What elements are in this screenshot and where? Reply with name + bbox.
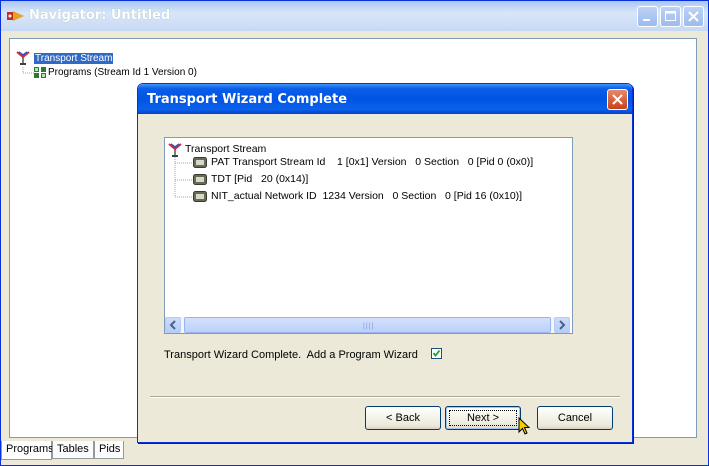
tree-item-transport-stream[interactable]: Transport Stream bbox=[34, 53, 114, 64]
scroll-right-button[interactable] bbox=[554, 317, 570, 333]
dialog-title-bar[interactable]: Transport Wizard Complete bbox=[138, 84, 632, 114]
focus-rect bbox=[449, 410, 517, 426]
tree-item-programs[interactable]: Programs (Stream Id 1 Version 0) bbox=[48, 67, 197, 78]
tree-connector bbox=[174, 157, 192, 198]
dialog-title: Transport Wizard Complete bbox=[147, 92, 348, 107]
grip-icon: |||| bbox=[363, 323, 375, 330]
transport-stream-icon bbox=[16, 51, 30, 65]
list-root-transport-stream[interactable]: Transport Stream bbox=[185, 143, 266, 155]
app-icon bbox=[7, 11, 24, 21]
table-icon bbox=[193, 191, 207, 202]
scroll-left-button[interactable] bbox=[165, 317, 181, 333]
cancel-button[interactable]: Cancel bbox=[537, 406, 613, 430]
cancel-button-label: Cancel bbox=[557, 412, 593, 424]
close-button[interactable] bbox=[683, 6, 704, 27]
tab-programs[interactable]: Programs bbox=[1, 441, 54, 460]
table-icon bbox=[193, 174, 207, 185]
minimize-button[interactable] bbox=[637, 6, 658, 27]
divider bbox=[150, 396, 620, 398]
table-icon bbox=[193, 157, 207, 168]
transport-wizard-dialog: Transport Wizard Complete Transport Stre… bbox=[137, 83, 633, 443]
list-item-text: TDT [Pid 20 (0x14)] bbox=[211, 173, 309, 185]
add-program-wizard-checkbox[interactable] bbox=[431, 348, 442, 359]
maximize-button[interactable] bbox=[660, 6, 681, 27]
mouse-cursor-icon bbox=[518, 417, 531, 435]
chevron-left-icon bbox=[169, 320, 176, 330]
window-title: Navigator: Untitled bbox=[29, 8, 171, 23]
title-bar[interactable]: Navigator: Untitled bbox=[1, 1, 708, 31]
next-button[interactable]: Next > bbox=[445, 406, 521, 430]
tab-tables[interactable]: Tables bbox=[52, 441, 94, 459]
transport-stream-icon bbox=[168, 143, 182, 157]
tab-pids[interactable]: Pids bbox=[94, 441, 124, 459]
list-item-text: PAT Transport Stream Id 1 [0x1] Version … bbox=[211, 156, 534, 168]
horizontal-scrollbar[interactable]: |||| bbox=[165, 317, 570, 333]
programs-icon bbox=[34, 67, 46, 78]
list-item-text: NIT_actual Network ID 1234 Version 0 Sec… bbox=[211, 190, 523, 202]
checkmark-icon bbox=[432, 349, 441, 357]
scroll-thumb[interactable]: |||| bbox=[184, 317, 551, 333]
chevron-right-icon bbox=[559, 320, 566, 330]
back-button[interactable]: < Back bbox=[365, 406, 441, 430]
table-list[interactable]: Transport Stream PAT Transport Stream Id… bbox=[164, 137, 573, 334]
dialog-close-button[interactable] bbox=[607, 89, 628, 110]
add-program-wizard-label: Transport Wizard Complete. Add a Program… bbox=[164, 349, 418, 361]
tree-connector bbox=[22, 67, 34, 74]
back-button-label: < Back bbox=[386, 412, 420, 424]
